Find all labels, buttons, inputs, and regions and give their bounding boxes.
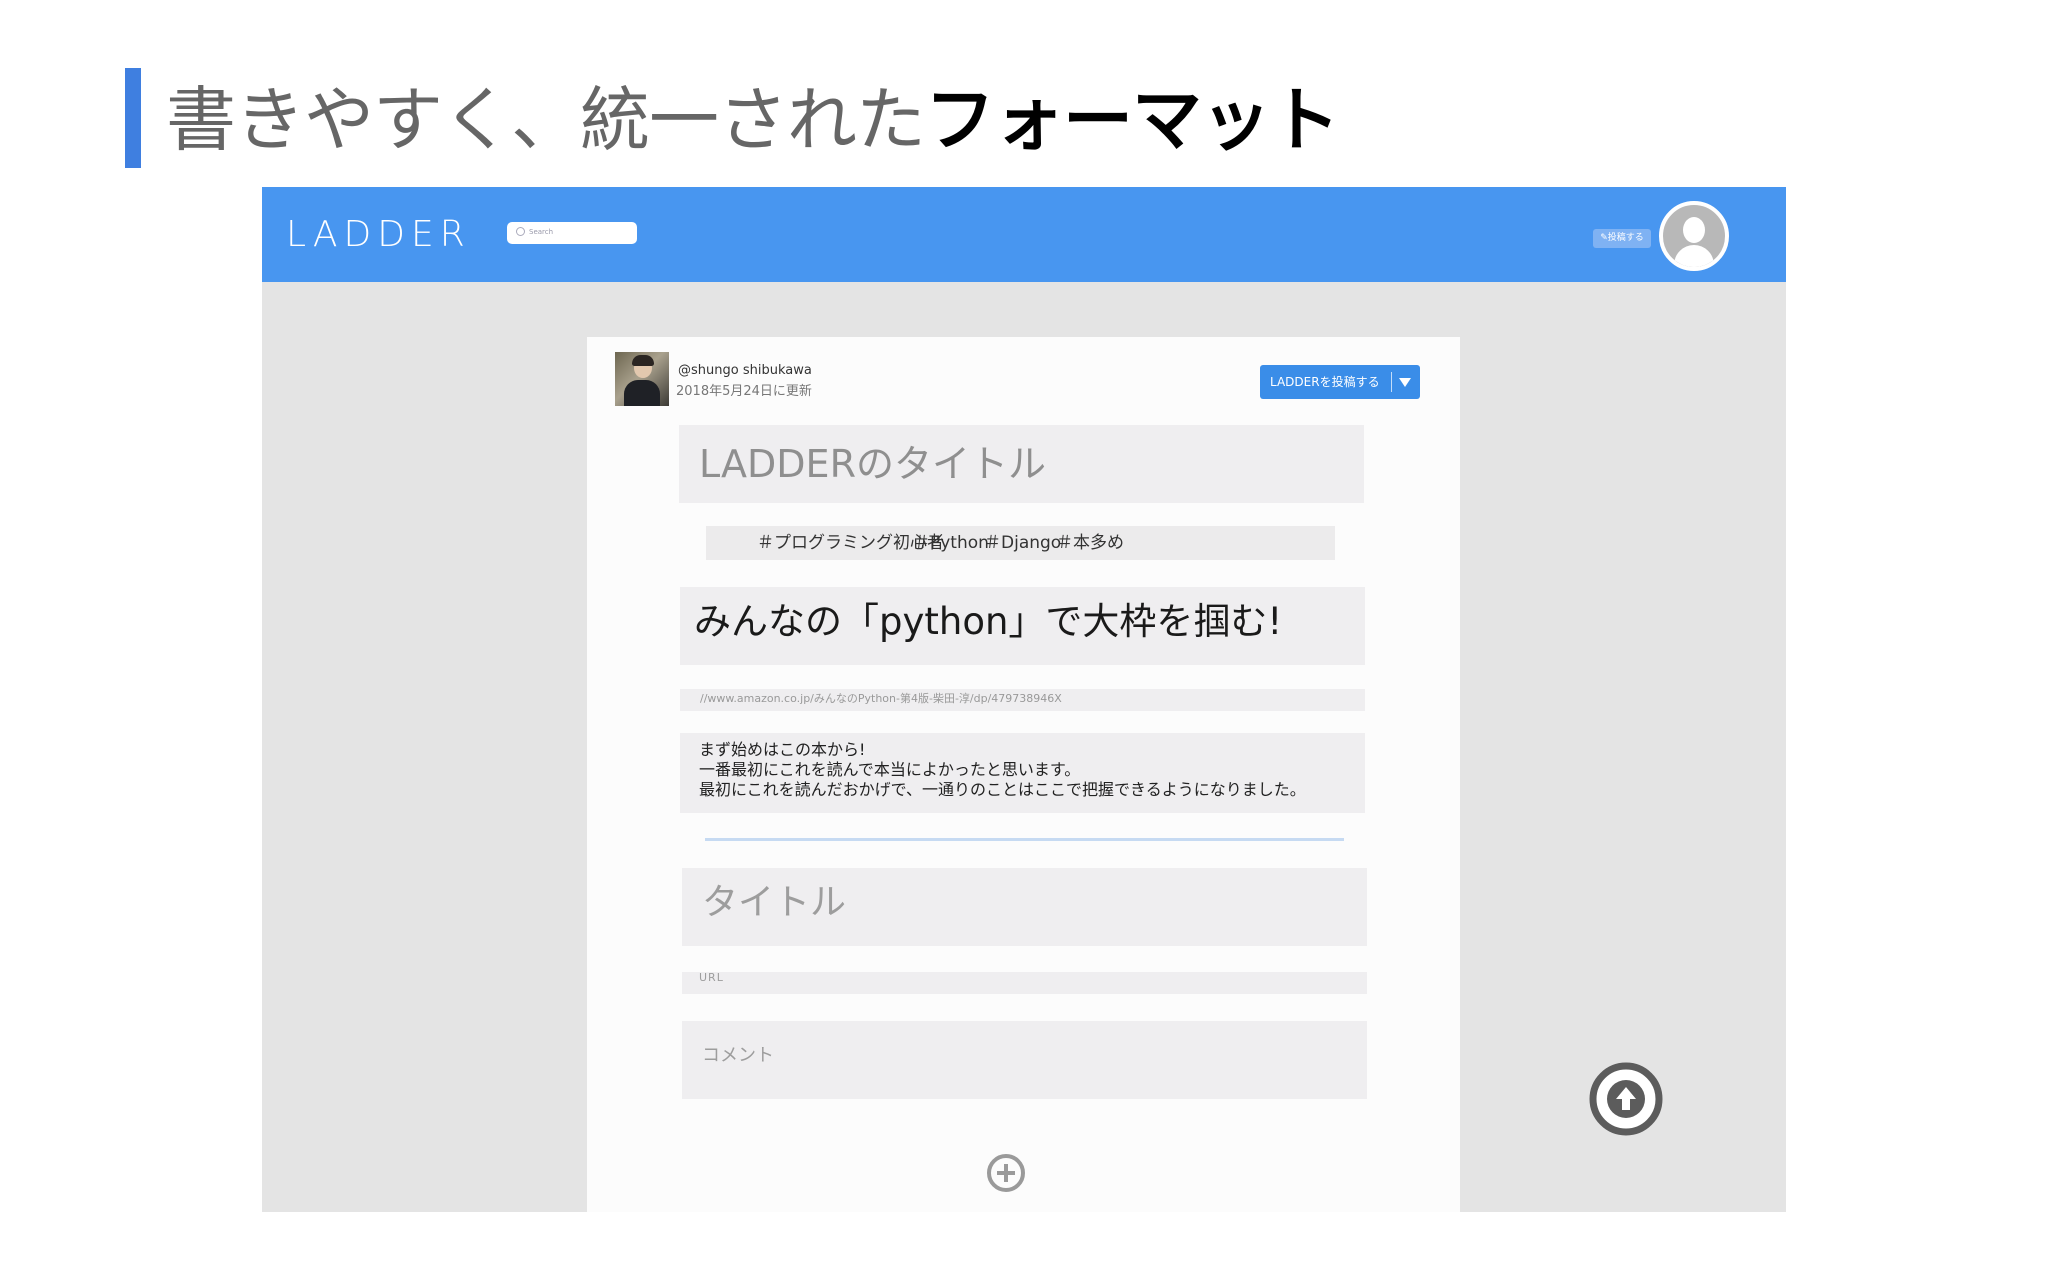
tag-item[interactable]: ＃Django	[984, 526, 1061, 560]
comment-line: 一番最初にこれを読んで本当によかったと思います。	[699, 760, 1081, 779]
app-screenshot: LADDER Search ✎投稿する @shungo shibukawa 20…	[262, 187, 1786, 1212]
comment-line: まず始めはこの本から!	[699, 740, 866, 759]
entry-url-field[interactable]: //www.amazon.co.jp/みんなのPython-第4版-柴田-淳/d…	[680, 689, 1365, 711]
new-entry-title-input[interactable]: タイトル	[682, 868, 1367, 946]
entry-title-field[interactable]: みんなの「python」で大枠を掴む!	[680, 587, 1365, 665]
new-entry-comment-placeholder: コメント	[702, 1045, 774, 1066]
ladder-title-input[interactable]: LADDERのタイトル	[679, 425, 1364, 503]
new-entry-title-placeholder: タイトル	[702, 882, 847, 923]
ladder-title-placeholder: LADDERのタイトル	[699, 442, 1046, 486]
ladder-editor-card: @shungo shibukawa 2018年5月24日に更新 LADDERを投…	[587, 337, 1460, 1212]
publish-label: LADDERを投稿する	[1270, 375, 1380, 389]
publish-divider	[1391, 372, 1392, 392]
comment-line: 最初にこれを読んだおかげで、一通りのことはここで把握できるようになりました。	[699, 780, 1306, 799]
author-username[interactable]: @shungo shibukawa	[678, 363, 812, 379]
entry-comment-field[interactable]: まず始めはこの本から! 一番最初にこれを読んで本当によかったと思います。 最初に…	[680, 733, 1365, 813]
entry-title: みんなの「python」で大枠を掴む!	[694, 600, 1283, 643]
author-avatar	[615, 352, 669, 406]
tag-item[interactable]: ＃本多め	[1056, 526, 1124, 560]
user-avatar-button[interactable]	[1659, 201, 1729, 271]
new-entry-url-input[interactable]: URL	[682, 971, 1367, 994]
new-entry-comment-input[interactable]: コメント	[682, 1021, 1367, 1099]
tag-bar[interactable]: ＃プログラミング初心者 ＃Python ＃Django ＃本多め	[706, 526, 1335, 560]
arrow-up-circle-icon[interactable]	[1588, 1061, 1664, 1137]
caret-down-icon[interactable]	[1399, 378, 1411, 387]
slide-title: 書きやすく、統一されたフォーマット	[166, 74, 1340, 166]
slide-title-emphasis: フォーマット	[925, 79, 1340, 161]
search-placeholder: Search	[529, 228, 554, 236]
search-icon	[516, 227, 525, 236]
post-button[interactable]: ✎投稿する	[1593, 229, 1651, 248]
slide-title-main: 書きやすく、統一された	[166, 79, 926, 161]
entry-divider	[705, 838, 1344, 841]
new-entry-url-placeholder: URL	[699, 971, 724, 984]
updated-timestamp: 2018年5月24日に更新	[676, 384, 812, 399]
tag-item[interactable]: ＃Python	[913, 526, 989, 560]
search-input[interactable]: Search	[507, 222, 637, 244]
entry-url: //www.amazon.co.jp/みんなのPython-第4版-柴田-淳/d…	[700, 692, 1062, 705]
app-logo[interactable]: LADDER	[286, 213, 471, 257]
plus-circle-icon[interactable]	[986, 1153, 1026, 1193]
slide-title-accent-bar	[125, 68, 141, 168]
publish-ladder-button[interactable]: LADDERを投稿する	[1260, 365, 1420, 399]
app-header: LADDER Search ✎投稿する	[262, 187, 1786, 282]
